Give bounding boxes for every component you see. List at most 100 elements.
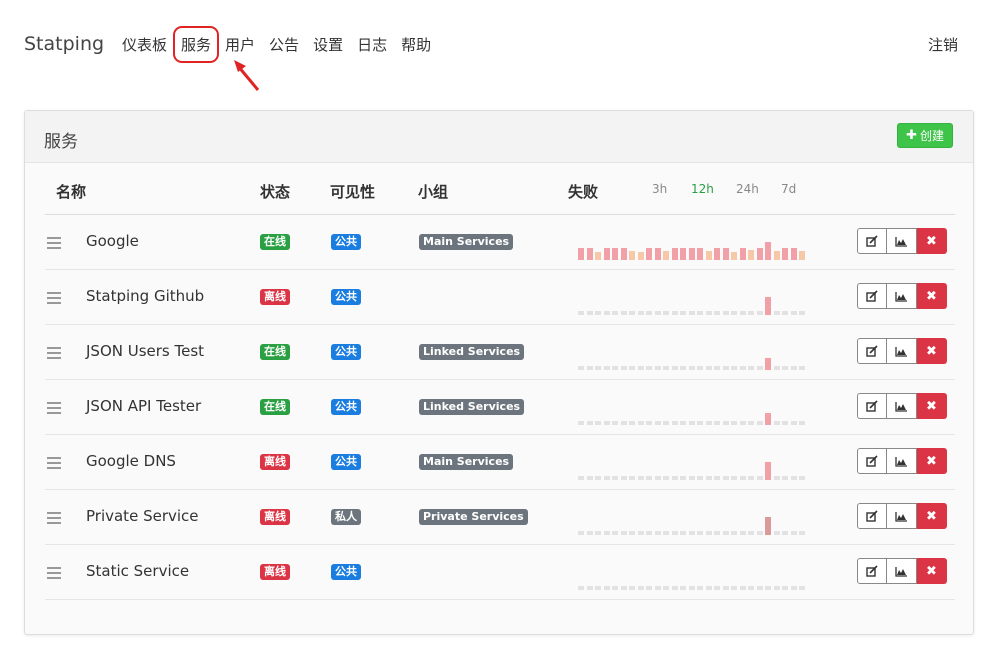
sparkline-bar — [756, 248, 763, 260]
chart-button[interactable] — [887, 283, 917, 309]
top-navbar: Statping 仪表板 服务 用户 公告 设置 日志 帮助 注销 — [0, 0, 994, 91]
table-row: JSON Users Test 在线 公共 Linked Services ✖ — [45, 325, 955, 380]
chart-button[interactable] — [887, 338, 917, 364]
delete-button[interactable]: ✖ — [917, 393, 947, 419]
range-7d[interactable]: 7d — [781, 182, 796, 196]
sparkline-bar — [646, 531, 652, 535]
edit-button[interactable] — [857, 393, 887, 419]
chart-button[interactable] — [887, 503, 917, 529]
sparkline-bar — [697, 366, 703, 370]
sparkline-bar — [799, 421, 805, 425]
delete-button[interactable]: ✖ — [917, 283, 947, 309]
sparkline-bar — [739, 248, 746, 260]
sparkline-bar — [731, 421, 737, 425]
sparkline-bar — [722, 248, 729, 260]
sparkline-bar — [782, 586, 788, 590]
sparkline-bar — [603, 531, 610, 535]
nav-item-dashboard[interactable]: 仪表板 — [122, 34, 167, 55]
row-actions: ✖ — [857, 228, 947, 254]
edit-button[interactable] — [857, 448, 887, 474]
sparkline-bar — [629, 421, 635, 425]
edit-icon — [866, 565, 878, 577]
edit-button[interactable] — [857, 503, 887, 529]
sparkline-bar — [612, 311, 618, 315]
edit-button[interactable] — [857, 283, 887, 309]
nav-item-logs[interactable]: 日志 — [357, 34, 387, 55]
table-row: JSON API Tester 在线 公共 Linked Services ✖ — [45, 380, 955, 435]
sparkline-bar — [782, 366, 788, 370]
sparkline-bar — [688, 248, 695, 260]
sparkline-bar — [646, 366, 652, 370]
service-name[interactable]: Google — [86, 232, 139, 250]
service-name[interactable]: JSON Users Test — [86, 342, 204, 360]
sparkline-bar — [663, 476, 669, 480]
drag-handle-icon[interactable] — [47, 567, 61, 579]
sparkline-bar — [688, 531, 695, 535]
sparkline-bar — [595, 531, 601, 535]
sparkline-bar — [620, 476, 627, 480]
chart-button[interactable] — [887, 393, 917, 419]
range-24h[interactable]: 24h — [736, 182, 759, 196]
edit-button[interactable] — [857, 338, 887, 364]
delete-button[interactable]: ✖ — [917, 338, 947, 364]
sparkline-bar — [705, 311, 712, 315]
sparkline-bar — [646, 421, 652, 425]
service-name[interactable]: Private Service — [86, 507, 199, 525]
edit-button[interactable] — [857, 558, 887, 584]
nav-item-users[interactable]: 用户 — [225, 34, 255, 55]
sparkline-bar — [637, 531, 644, 535]
nav-item-announcements[interactable]: 公告 — [269, 34, 299, 55]
range-3h[interactable]: 3h — [652, 182, 667, 196]
sparkline-bar — [603, 586, 610, 590]
drag-handle-icon[interactable] — [47, 237, 61, 249]
chart-button[interactable] — [887, 448, 917, 474]
delete-button[interactable]: ✖ — [917, 228, 947, 254]
range-12h[interactable]: 12h — [691, 182, 714, 196]
status-badge: 离线 — [260, 289, 290, 305]
drag-handle-icon[interactable] — [47, 512, 61, 524]
nav-item-settings[interactable]: 设置 — [313, 34, 343, 55]
delete-button[interactable]: ✖ — [917, 558, 947, 584]
sparkline-bar — [773, 311, 780, 315]
table-row: Private Service 离线 私人 Private Services ✖ — [45, 490, 955, 545]
sparkline-bar — [782, 476, 788, 480]
drag-handle-icon[interactable] — [47, 457, 61, 469]
services-card: 服务 ✚ 创建 名称 状态 可见性 小组 失败 3h 12h 24h 7d Go… — [24, 110, 974, 635]
sparkline-bar — [646, 311, 652, 315]
chart-icon — [895, 346, 907, 357]
sparkline-bar — [595, 421, 601, 425]
sparkline-bar — [595, 252, 601, 260]
sparkline-bar — [773, 531, 780, 535]
sparkline-bar — [595, 586, 601, 590]
logout-link[interactable]: 注销 — [928, 34, 958, 55]
delete-button[interactable]: ✖ — [917, 503, 947, 529]
sparkline-bar — [680, 311, 686, 315]
chart-button[interactable] — [887, 228, 917, 254]
status-badge: 离线 — [260, 509, 290, 525]
chart-button[interactable] — [887, 558, 917, 584]
sparkline-bar — [705, 366, 712, 370]
service-name[interactable]: Static Service — [86, 562, 189, 580]
header-status: 状态 — [260, 183, 291, 201]
sparkline-bar — [765, 242, 771, 260]
sparkline-bar — [790, 248, 797, 260]
service-name[interactable]: Google DNS — [86, 452, 176, 470]
drag-handle-icon[interactable] — [47, 347, 61, 359]
sparkline-bar — [714, 476, 720, 480]
delete-button[interactable]: ✖ — [917, 448, 947, 474]
sparkline-bar — [654, 311, 661, 315]
sparkline-bar — [748, 250, 754, 260]
create-service-button[interactable]: ✚ 创建 — [897, 123, 953, 148]
service-name[interactable]: JSON API Tester — [86, 397, 201, 415]
table-row: Statping Github 离线 公共 ✖ — [45, 270, 955, 325]
nav-item-help[interactable]: 帮助 — [401, 34, 431, 55]
drag-handle-icon[interactable] — [47, 292, 61, 304]
brand-logo[interactable]: Statping — [24, 33, 104, 55]
edit-button[interactable] — [857, 228, 887, 254]
sparkline-bar — [688, 366, 695, 370]
sparkline-bar — [756, 366, 763, 370]
nav-item-services[interactable]: 服务 — [173, 26, 220, 63]
service-name[interactable]: Statping Github — [86, 287, 204, 305]
sparkline-bar — [722, 531, 729, 535]
drag-handle-icon[interactable] — [47, 402, 61, 414]
